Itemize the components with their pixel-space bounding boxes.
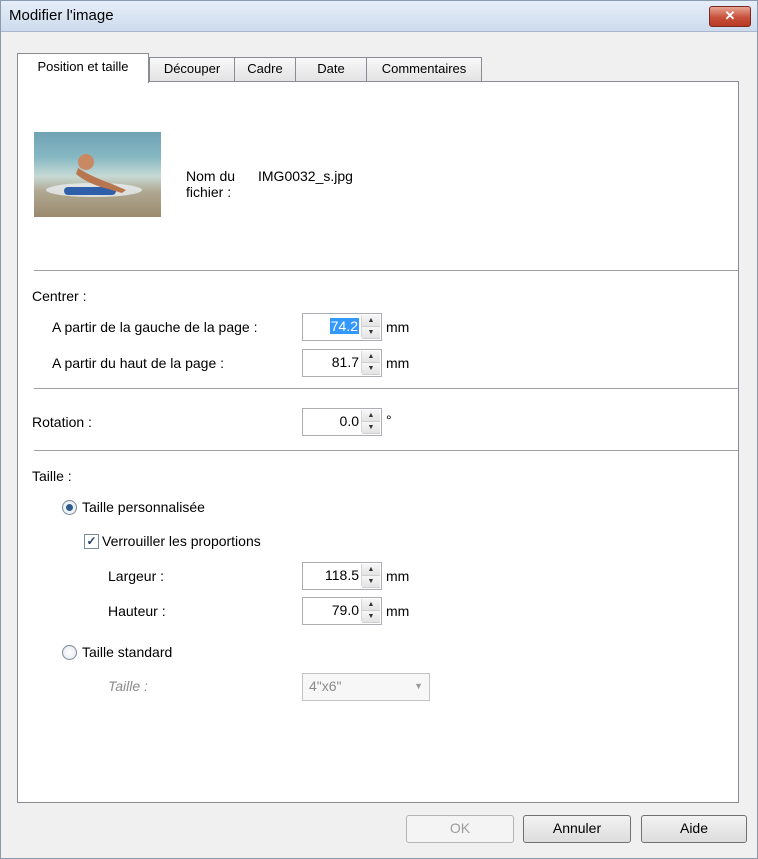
center-left-spinner[interactable]: 74.2 ▲ ▼ (302, 313, 382, 341)
cancel-button[interactable]: Annuler (523, 815, 631, 843)
image-thumbnail (34, 132, 161, 217)
custom-size-label[interactable]: Taille personnalisée (82, 499, 205, 515)
unit-label: mm (386, 568, 410, 584)
spin-down-icon[interactable]: ▼ (362, 327, 380, 339)
size-heading: Taille : (32, 468, 72, 484)
tab-commentaires[interactable]: Commentaires (366, 57, 482, 82)
tab-date[interactable]: Date (295, 57, 367, 82)
separator (34, 388, 738, 390)
cancel-button-label: Annuler (552, 820, 602, 836)
file-name-value: IMG0032_s.jpg (258, 168, 353, 184)
center-left-label: A partir de la gauche de la page : (52, 319, 258, 335)
unit-label: mm (386, 603, 410, 619)
lock-proportions-checkbox[interactable]: ✓ (84, 534, 99, 549)
tab-panel: Nom du fichier : IMG0032_s.jpg Centrer :… (17, 81, 739, 803)
spin-down-icon[interactable]: ▼ (362, 363, 380, 375)
spin-buttons[interactable]: ▲ ▼ (361, 351, 380, 375)
standard-size-label[interactable]: Taille standard (82, 644, 172, 660)
tab-decouper[interactable]: Découper (149, 57, 235, 82)
rotation-label: Rotation : (32, 414, 92, 430)
standard-size-field-label: Taille : (108, 678, 148, 694)
rotation-spinner[interactable]: 0.0 ▲ ▼ (302, 408, 382, 436)
title-bar[interactable]: Modifier l'image ✕ (1, 1, 757, 32)
tab-position-taille[interactable]: Position et taille (17, 53, 149, 83)
spin-up-icon[interactable]: ▲ (362, 410, 380, 422)
close-icon: ✕ (724, 8, 736, 23)
standard-size-value: 4"x6" (309, 678, 342, 694)
unit-label: mm (386, 355, 410, 371)
dialog-window: Modifier l'image ✕ Position et taille Dé… (0, 0, 758, 859)
unit-label: mm (386, 319, 410, 335)
spin-up-icon[interactable]: ▲ (362, 315, 380, 327)
center-left-value[interactable]: 74.2 (329, 318, 359, 334)
standard-size-radio[interactable] (62, 645, 77, 660)
standard-size-combo[interactable]: 4"x6" ▼ (302, 673, 430, 701)
lock-proportions-label[interactable]: Verrouiller les proportions (102, 533, 261, 549)
degree-unit: ° (386, 412, 392, 428)
spin-down-icon[interactable]: ▼ (362, 576, 380, 588)
center-top-value[interactable]: 81.7 (332, 354, 359, 370)
separator (34, 450, 738, 452)
spin-down-icon[interactable]: ▼ (362, 611, 380, 623)
height-spinner[interactable]: 79.0 ▲ ▼ (302, 597, 382, 625)
tab-label: Découper (163, 61, 221, 76)
close-button[interactable]: ✕ (709, 6, 751, 27)
height-value[interactable]: 79.0 (332, 602, 359, 618)
ok-button[interactable]: OK (406, 815, 514, 843)
rotation-value[interactable]: 0.0 (340, 413, 359, 429)
chevron-down-icon[interactable]: ▼ (414, 681, 423, 691)
help-button[interactable]: Aide (641, 815, 747, 843)
center-top-label: A partir du haut de la page : (52, 355, 225, 371)
height-label: Hauteur : (108, 603, 166, 619)
width-value[interactable]: 118.5 (325, 567, 359, 583)
center-heading: Centrer : (32, 288, 87, 304)
custom-size-radio[interactable] (62, 500, 77, 515)
help-button-label: Aide (679, 820, 709, 836)
spin-buttons[interactable]: ▲ ▼ (361, 410, 380, 434)
spin-up-icon[interactable]: ▲ (362, 351, 380, 363)
separator (34, 270, 738, 272)
spin-down-icon[interactable]: ▼ (362, 422, 380, 434)
file-name-label: Nom du fichier : (186, 168, 236, 200)
window-title: Modifier l'image (9, 7, 114, 24)
spin-buttons[interactable]: ▲ ▼ (361, 599, 380, 623)
tab-label: Cadre (247, 61, 283, 76)
spin-up-icon[interactable]: ▲ (362, 599, 380, 611)
width-label: Largeur : (108, 568, 165, 584)
spin-up-icon[interactable]: ▲ (362, 564, 380, 576)
width-spinner[interactable]: 118.5 ▲ ▼ (302, 562, 382, 590)
spin-buttons[interactable]: ▲ ▼ (361, 315, 380, 339)
tab-label: Commentaires (381, 61, 467, 76)
check-icon: ✓ (86, 534, 97, 548)
spin-buttons[interactable]: ▲ ▼ (361, 564, 380, 588)
tab-label: Date (317, 61, 345, 76)
center-top-spinner[interactable]: 81.7 ▲ ▼ (302, 349, 382, 377)
tab-label: Position et taille (37, 59, 129, 74)
ok-button-label: OK (449, 820, 471, 836)
tab-cadre[interactable]: Cadre (234, 57, 296, 82)
